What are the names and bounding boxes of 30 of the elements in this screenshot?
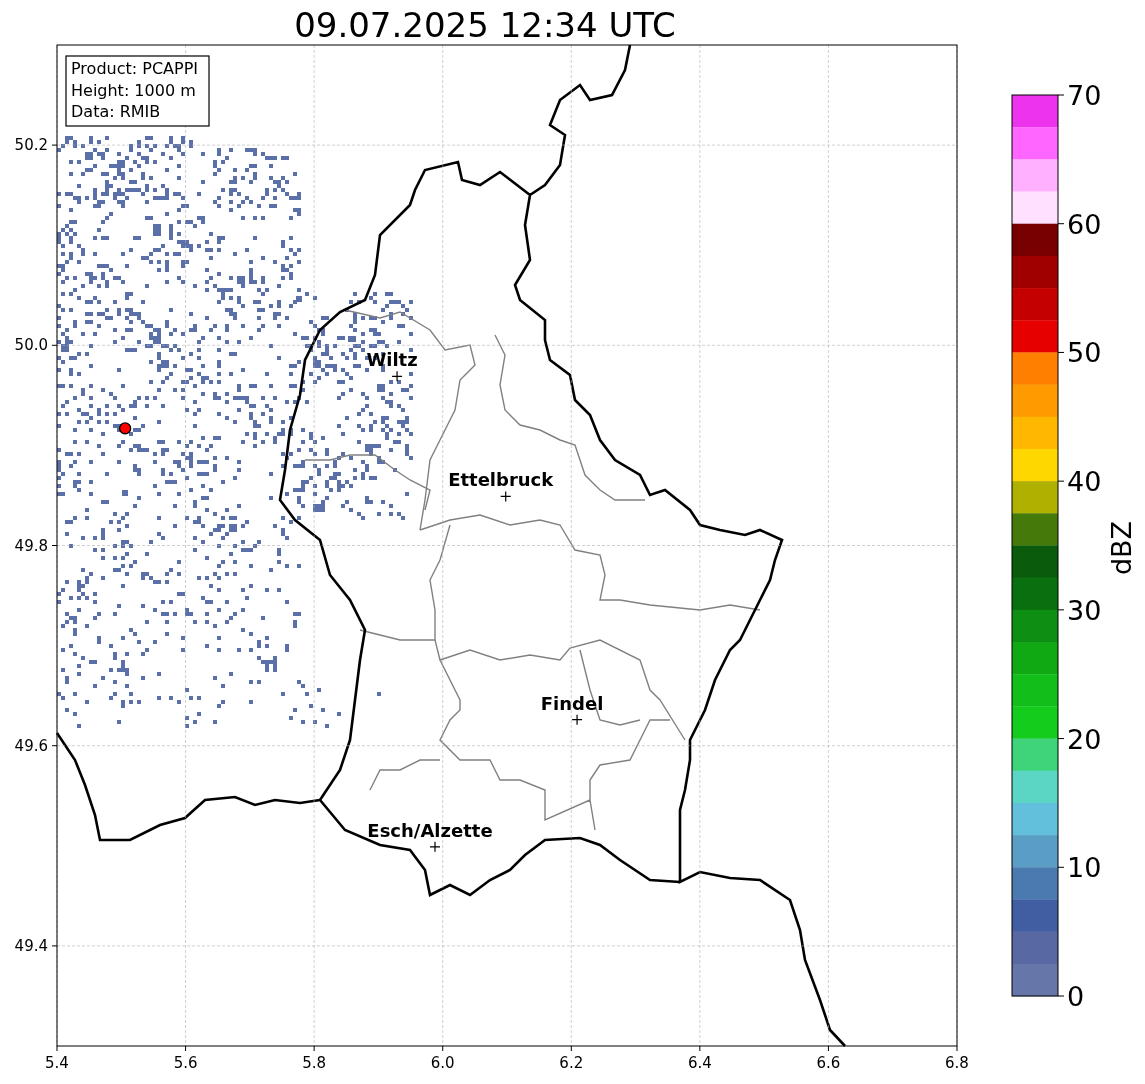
colorbar-tick-label: 50 <box>1067 337 1102 369</box>
x-tick-label: 6.8 <box>945 1054 969 1072</box>
colorbar-tick-label: 60 <box>1067 208 1102 240</box>
x-tick-label: 6.0 <box>430 1054 455 1072</box>
city-label: Findel <box>540 692 604 714</box>
colorbar-tick-label: 20 <box>1067 723 1102 755</box>
info-text: Data: RMIB <box>71 102 161 121</box>
y-tick-label: 50.2 <box>14 136 48 155</box>
y-tick-label: 50.0 <box>14 336 48 355</box>
x-tick-label: 5.6 <box>173 1054 198 1072</box>
city-label: Ettelbruck <box>448 469 554 491</box>
colorbar-tick-label: 30 <box>1067 594 1102 626</box>
y-tick-label: 49.6 <box>14 736 48 755</box>
info-text: Height: 1000 m <box>71 80 196 100</box>
colorbar-tick-label: 10 <box>1067 852 1102 884</box>
colorbar-tick-label: 40 <box>1067 466 1102 498</box>
info-text: Product: PCAPPI <box>71 59 198 78</box>
colorbar-tick-label: 70 <box>1067 80 1102 111</box>
y-tick-label: 49.8 <box>14 536 48 555</box>
x-tick-label: 5.4 <box>45 1054 69 1072</box>
chart-title: 09.07.2025 12:34 UTC <box>294 5 676 45</box>
x-tick-label: 6.6 <box>816 1054 841 1072</box>
city-label: Wiltz <box>366 349 418 371</box>
y-tick-label: 49.4 <box>14 936 48 955</box>
x-tick-label: 6.2 <box>559 1054 584 1072</box>
city-label: Esch/Alzette <box>367 819 493 841</box>
x-tick-label: 6.4 <box>687 1054 712 1072</box>
colorbar-tick-label: 0 <box>1067 981 1085 1012</box>
x-tick-label: 5.8 <box>302 1054 327 1072</box>
colorbar-label: dBZ <box>1106 520 1137 576</box>
